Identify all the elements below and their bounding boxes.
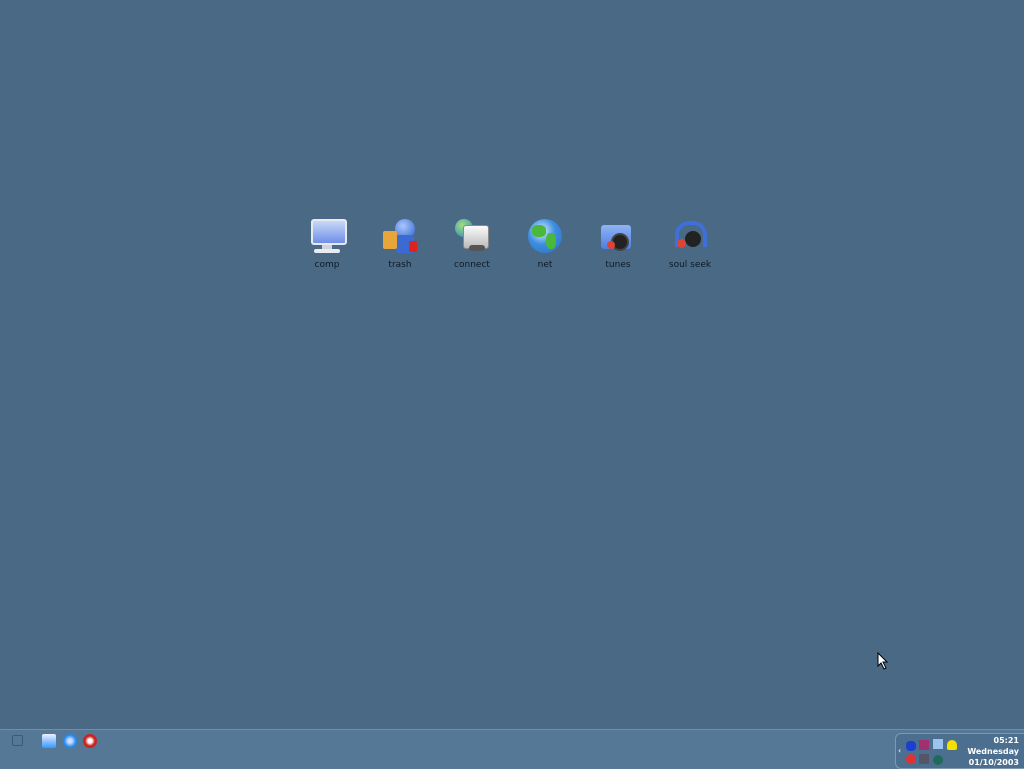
headphones-icon — [671, 217, 709, 255]
show-desktop-icon[interactable] — [12, 735, 23, 746]
music-folder-icon — [599, 217, 637, 255]
icon-label: comp — [314, 260, 340, 270]
tray-icon-pin[interactable] — [906, 741, 916, 751]
desktop-icon-tunes[interactable]: tunes — [583, 217, 653, 270]
internet-explorer-icon[interactable] — [63, 734, 77, 748]
clock-day: Wednesday — [967, 747, 1019, 756]
icon-label: tunes — [605, 260, 631, 270]
tray-expand-chevron-icon[interactable]: ‹ — [898, 746, 901, 755]
icon-label: soul seek — [668, 260, 712, 270]
tray-icon-bell[interactable] — [947, 740, 957, 750]
icon-label: connect — [454, 260, 490, 270]
mouse-cursor — [877, 652, 889, 670]
desktop-icon-net[interactable]: net — [510, 217, 580, 270]
tray-icon-network-disconnected[interactable] — [919, 754, 929, 764]
tray-icon-app[interactable] — [919, 740, 929, 750]
tray-icon-network[interactable] — [933, 739, 943, 749]
trash-icon — [381, 217, 419, 255]
system-tray: ‹ 05:21 Wednesday 01/10/2003 — [895, 733, 1024, 769]
outlook-icon[interactable] — [42, 734, 56, 748]
globe-icon — [526, 217, 564, 255]
desktop-icon-comp[interactable]: comp — [292, 217, 362, 270]
clock-date: 01/10/2003 — [968, 758, 1019, 767]
clock-time[interactable]: 05:21 — [994, 736, 1019, 745]
icon-label: trash — [388, 260, 412, 270]
taskbar: ‹ 05:21 Wednesday 01/10/2003 — [0, 729, 1024, 769]
computer-icon — [308, 217, 347, 255]
desktop-icon-connect[interactable]: connect — [437, 217, 507, 270]
tray-icon-status[interactable] — [906, 754, 916, 764]
tray-icon-wireless[interactable] — [933, 755, 943, 765]
media-player-icon[interactable] — [83, 734, 97, 748]
icon-label: net — [537, 260, 553, 270]
network-connect-icon — [453, 217, 491, 255]
desktop-icon-soul-seek[interactable]: soul seek — [655, 217, 725, 270]
desktop-icon-trash[interactable]: trash — [365, 217, 435, 270]
